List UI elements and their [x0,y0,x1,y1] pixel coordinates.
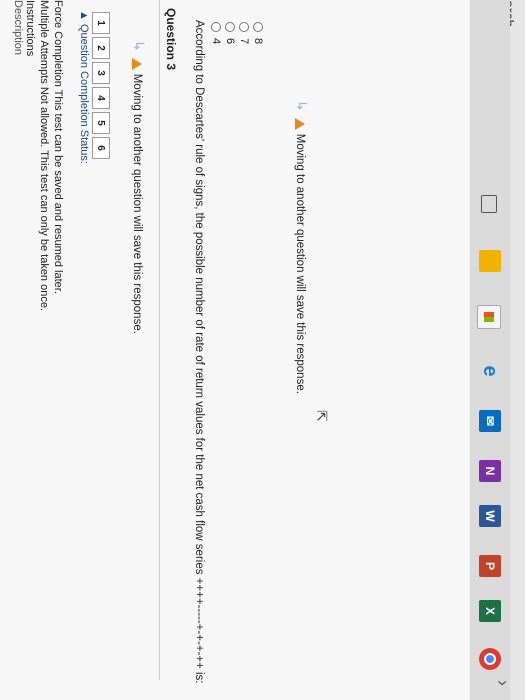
question-link-5[interactable]: 5 [92,112,110,134]
question-link-6[interactable]: 6 [92,137,110,159]
powerpoint-icon[interactable]: P [479,555,501,577]
test-content: Description Instructions Multiple Attemp… [0,0,470,700]
question-link-1[interactable]: 1 [92,12,110,34]
chevron-right-icon[interactable]: › [492,680,513,686]
save-notice-text: Moving to another question will save thi… [294,133,306,394]
collapse-triangle-icon: ▲ [78,10,90,24]
chrome-icon[interactable] [479,648,501,670]
force-completion-text: Force Completion This test can be saved … [52,0,64,294]
store-icon[interactable] [477,305,501,329]
edge-icon[interactable]: e [479,360,502,382]
question-number-bar: 1 2 3 4 5 6 [92,12,110,159]
radio-button[interactable] [210,22,221,32]
completion-status-title[interactable]: ▲ Question Completion Status: [78,10,90,164]
mail-icon[interactable]: ✉ [479,410,501,432]
answer-option-2[interactable]: 6 [224,22,236,44]
answer-option-label: 7 [238,38,250,45]
question-link-4[interactable]: 4 [92,87,110,109]
description-label: Description [12,0,24,56]
save-notice-text: Moving to another question will save thi… [131,73,143,334]
mouse-cursor-icon: ⇱ [314,410,330,422]
radio-button[interactable] [224,22,235,32]
question-link-2[interactable]: 2 [92,37,110,59]
onenote-icon[interactable]: N [479,460,501,482]
question-title: Question 3 [164,8,178,71]
save-notice-top: ↳ Moving to another question will save th… [130,40,147,334]
radio-button[interactable] [252,22,263,32]
radio-button[interactable] [238,22,249,32]
excel-icon[interactable]: X [479,600,501,622]
divider [159,0,160,680]
question-text: According to Descartes' rule of signs, t… [193,20,205,684]
answer-option-label: 6 [224,38,236,45]
instructions-label: Instructions [24,0,36,57]
task-view-icon[interactable] [481,195,497,213]
warning-icon [295,117,306,130]
return-arrow-icon: ↳ [131,40,147,52]
word-icon[interactable]: W [479,505,501,527]
answer-option-label: 8 [252,38,264,45]
screen: arch e ✉ N W P X Description Instruction… [0,0,525,700]
multiple-attempts-text: Multiple Attempts Not allowed. This test… [38,0,50,312]
file-explorer-icon[interactable] [479,250,501,272]
warning-icon [132,57,143,70]
question-link-3[interactable]: 3 [92,62,110,84]
answer-option-1[interactable]: 4 [210,22,222,44]
taskbar: e ✉ N W P X [470,0,510,700]
save-notice-bottom: ↳ Moving to another question will save th… [293,100,310,394]
answer-option-label: 4 [210,38,222,45]
completion-status-text: Question Completion Status: [78,23,90,164]
return-arrow-icon: ↳ [294,100,310,112]
answer-option-3[interactable]: 7 [238,22,250,44]
answer-option-4[interactable]: 8 [252,22,264,44]
